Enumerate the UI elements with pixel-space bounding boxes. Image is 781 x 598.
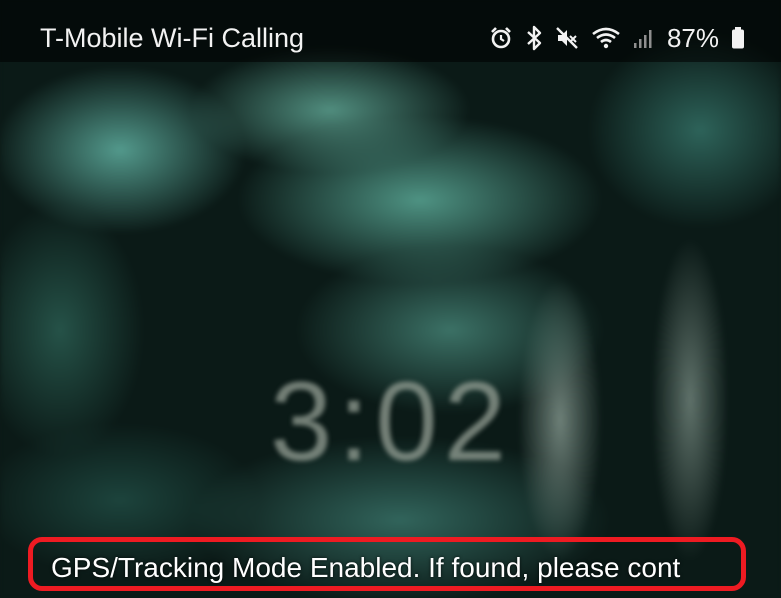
alarm-icon <box>489 26 513 50</box>
status-bar: T-Mobile Wi-Fi Calling 87% <box>0 0 781 62</box>
wifi-icon <box>591 26 621 50</box>
battery-icon <box>731 26 745 50</box>
battery-percent: 87% <box>666 23 719 53</box>
lockscreen-wallpaper <box>0 0 781 598</box>
lockscreen-clock: 3:02 <box>270 359 512 484</box>
status-icons: 87% <box>489 20 745 56</box>
tracking-notice-text: GPS/Tracking Mode Enabled. If found, ple… <box>51 552 681 583</box>
bluetooth-icon <box>525 25 543 51</box>
signal-icon <box>633 27 655 49</box>
carrier-label: T-Mobile Wi-Fi Calling <box>40 23 305 53</box>
tracking-notice-highlight: GPS/Tracking Mode Enabled. If found, ple… <box>28 537 746 591</box>
mute-icon <box>555 26 579 50</box>
